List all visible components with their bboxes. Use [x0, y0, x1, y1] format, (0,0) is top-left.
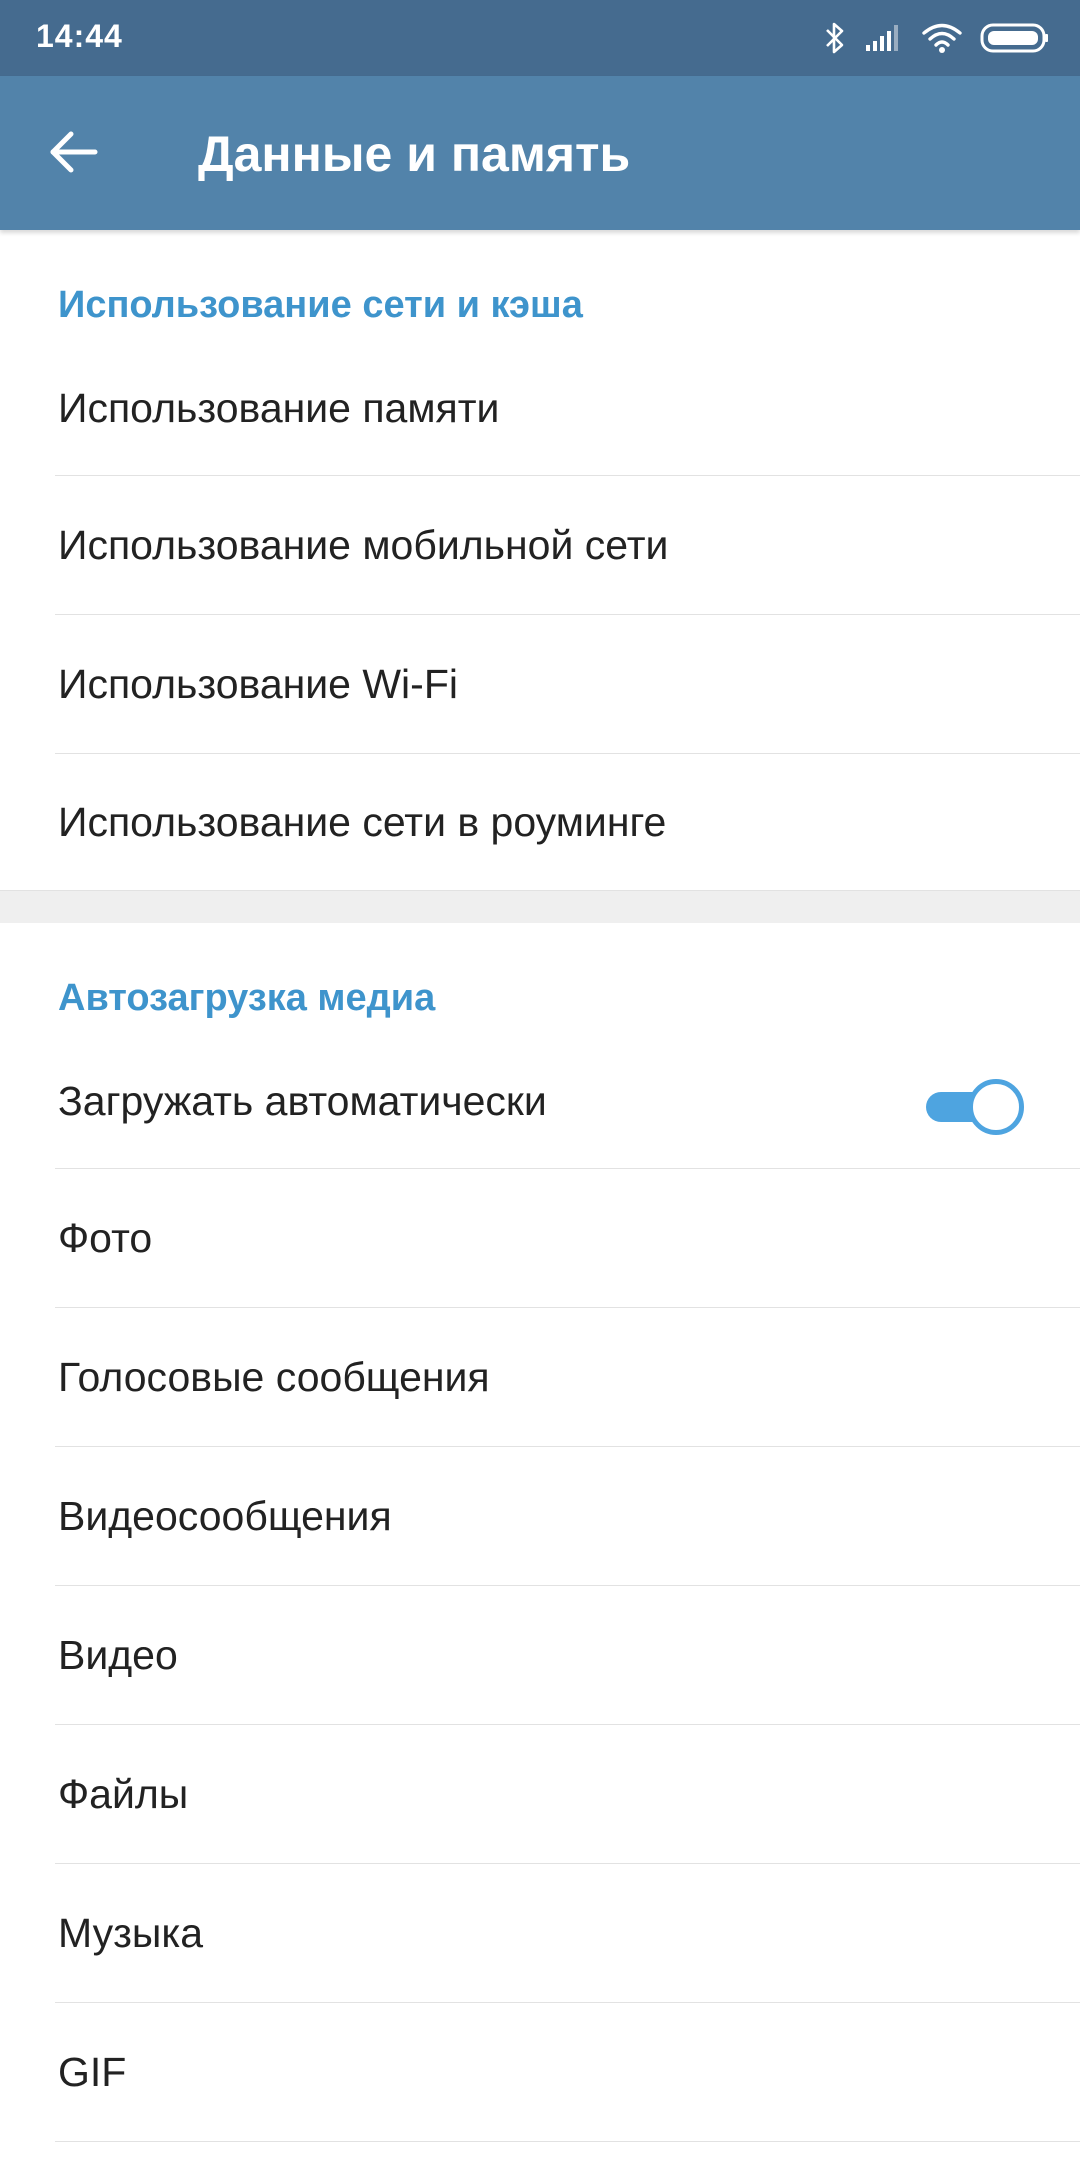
list-item-music[interactable]: Музыка — [0, 1864, 1080, 2003]
list-item-video-messages[interactable]: Видеосообщения — [0, 1447, 1080, 1586]
section-divider — [0, 890, 1080, 923]
list-item-label: Использование сети в роуминге — [58, 798, 667, 845]
list-item-photo[interactable]: Фото — [0, 1169, 1080, 1308]
list-item-label: Музыка — [58, 1910, 204, 1956]
list-item-video[interactable]: Видео — [0, 1586, 1080, 1725]
list-item-label: Видеосообщения — [58, 1493, 392, 1539]
list-item-label: Видео — [58, 1632, 178, 1678]
status-time: 14:44 — [36, 18, 123, 54]
section-header-autodownload: Автозагрузка медиа — [58, 977, 436, 1019]
section-header-network: Использование сети и кэша — [58, 284, 583, 326]
list-item-label: Использование Wi-Fi — [58, 661, 458, 707]
list-item-label: Голосовые сообщения — [58, 1354, 490, 1400]
settings-list: Использование сети и кэша Использование … — [0, 230, 1080, 2142]
back-button[interactable] — [36, 116, 112, 192]
list-item-label: Фото — [58, 1215, 153, 1261]
autodownload-toggle-row[interactable]: Загружать автоматически — [0, 1041, 1080, 1169]
list-item-files[interactable]: Файлы — [0, 1725, 1080, 1864]
status-bar: 14:44 — [0, 0, 1080, 76]
signal-icon — [864, 23, 904, 53]
list-item-label: Файлы — [58, 1771, 189, 1817]
list-item-mobile-usage[interactable]: Использование мобильной сети — [0, 476, 1080, 615]
bluetooth-icon — [824, 21, 846, 55]
page-title: Данные и память — [198, 126, 631, 182]
list-item-gif[interactable]: GIF — [0, 2003, 1080, 2142]
section-autodownload: Автозагрузка медиа Загружать автоматичес… — [0, 923, 1080, 2142]
toggle-knob — [968, 1079, 1024, 1135]
list-item-label: Загружать автоматически — [58, 1077, 547, 1124]
battery-icon — [980, 22, 1050, 54]
list-item-label: GIF — [58, 2049, 127, 2095]
list-item-roaming-usage[interactable]: Использование сети в роуминге — [0, 754, 1080, 890]
autodownload-toggle[interactable] — [926, 1078, 1024, 1135]
wifi-icon — [922, 22, 962, 54]
list-item-label: Использование памяти — [58, 384, 500, 431]
section-network-cache: Использование сети и кэша Использование … — [0, 230, 1080, 890]
arrow-left-icon — [49, 130, 99, 179]
list-item-storage-usage[interactable]: Использование памяти — [0, 348, 1080, 476]
list-item-wifi-usage[interactable]: Использование Wi-Fi — [0, 615, 1080, 754]
list-item-voice-messages[interactable]: Голосовые сообщения — [0, 1308, 1080, 1447]
list-item-label: Использование мобильной сети — [58, 522, 669, 568]
app-bar: Данные и память — [0, 76, 1080, 230]
status-icons — [824, 16, 1050, 60]
